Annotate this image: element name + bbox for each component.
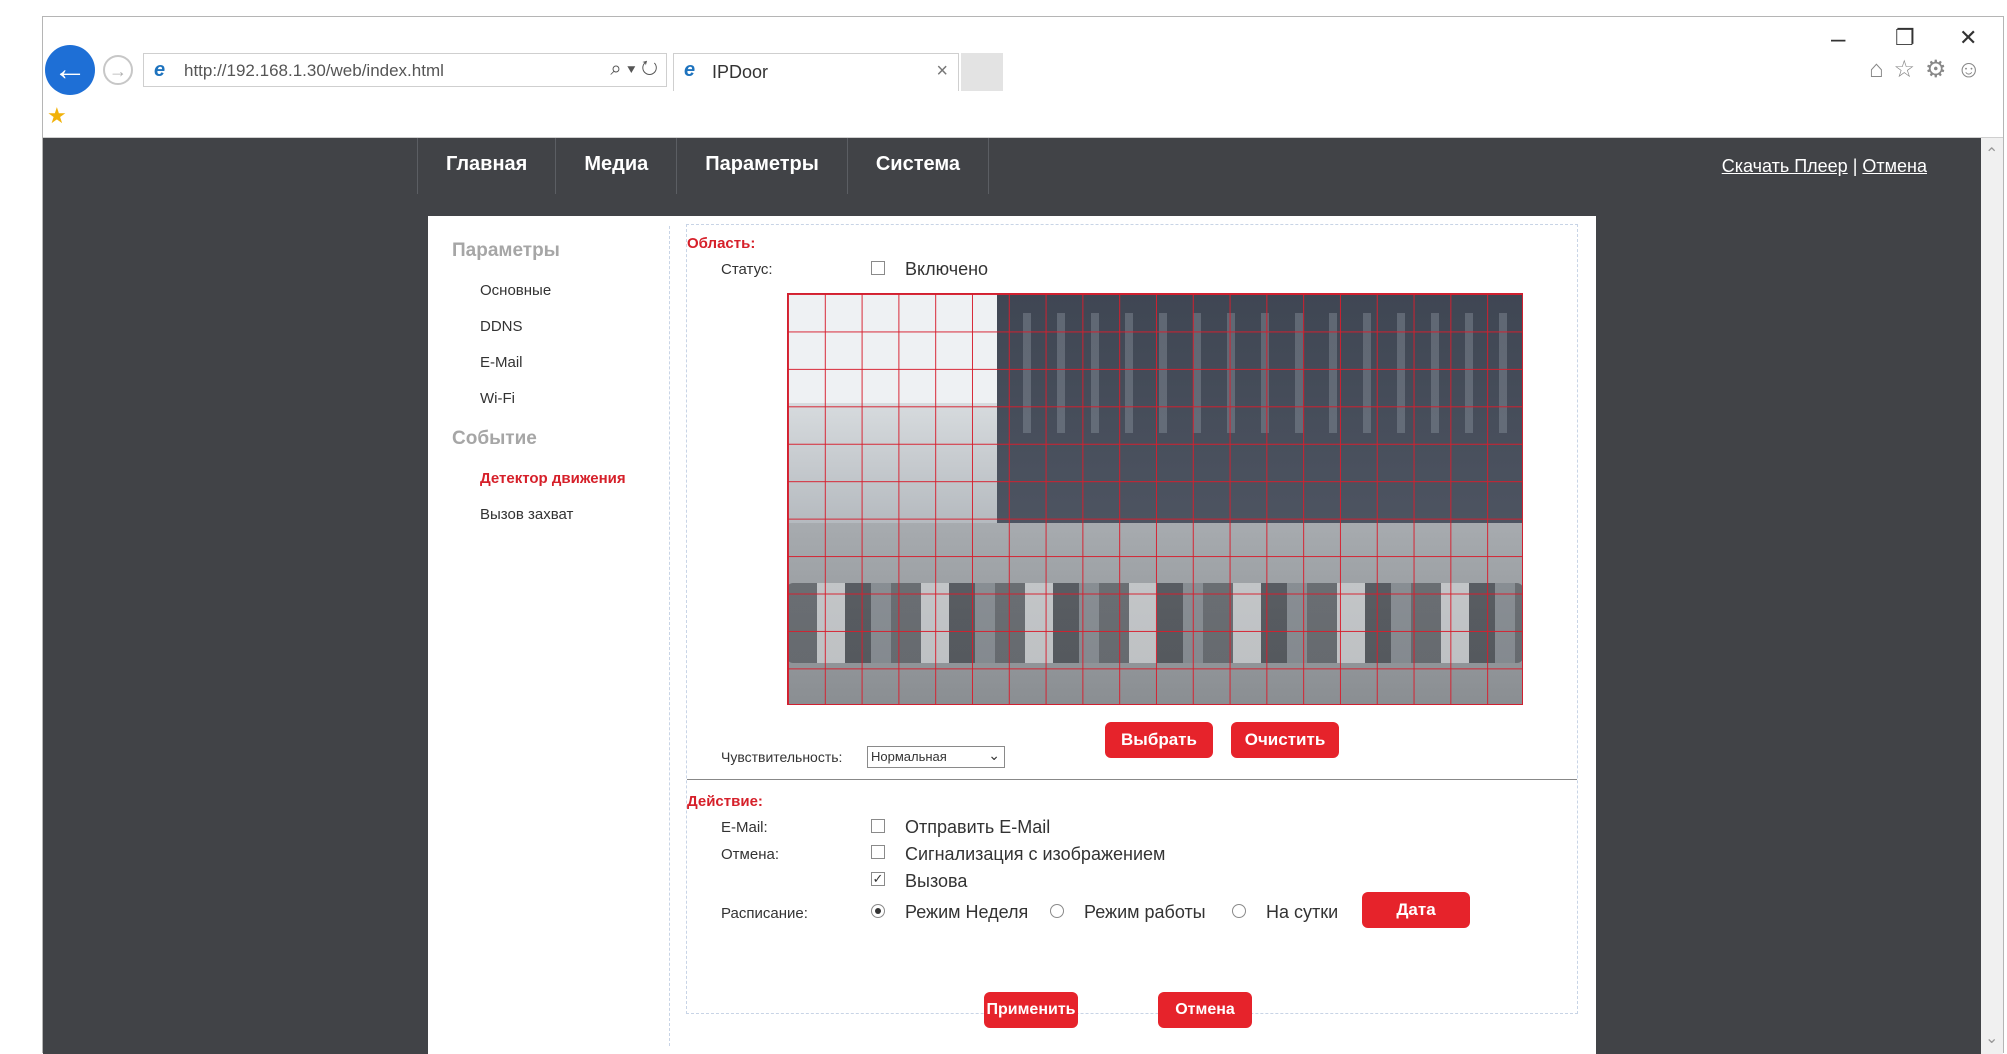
minimize-icon[interactable]: – — [1831, 25, 1845, 51]
scroll-up-icon[interactable]: ⌃ — [1985, 144, 1998, 164]
motion-detection-grid[interactable] — [787, 293, 1523, 705]
call-label: Вызова — [905, 871, 968, 891]
cancel-link[interactable]: Отмена — [1862, 156, 1927, 176]
settings-sidebar: Параметры Основные DDNS E-Mail Wi-Fi Соб… — [442, 226, 670, 1046]
cancel-label: Отмена: — [721, 846, 779, 863]
settings-panel: Параметры Основные DDNS E-Mail Wi-Fi Соб… — [428, 216, 1596, 1054]
favorites-star-icon[interactable]: ★ — [47, 103, 67, 129]
email-label: E-Mail: — [721, 819, 768, 836]
alarm-image-label: Сигнализация с изображением — [905, 844, 1166, 864]
link-separator: | — [1852, 156, 1858, 176]
chevron-down-icon: ⌄ — [988, 747, 1000, 763]
home-favorites-settings-icons[interactable]: ⌂☆⚙☺ — [1869, 55, 1991, 84]
new-tab-button[interactable] — [961, 53, 1003, 91]
send-email-checkbox[interactable] — [871, 819, 885, 833]
browser-toolbar: – ❐ ✕ ← → e http://192.168.1.30/web/inde… — [43, 17, 2003, 138]
schedule-label: Расписание: — [721, 905, 808, 922]
date-button[interactable]: Дата — [1362, 892, 1470, 928]
tab-close-icon[interactable]: × — [936, 60, 948, 83]
cancel-button[interactable]: Отмена — [1158, 992, 1252, 1028]
select-area-button[interactable]: Выбрать — [1105, 722, 1213, 758]
status-enabled-checkbox[interactable] — [871, 261, 885, 275]
nav-parameters[interactable]: Параметры — [676, 138, 847, 194]
scroll-down-icon[interactable]: ⌄ — [1985, 1028, 1998, 1048]
sidebar-item-email[interactable]: E-Mail — [480, 354, 523, 371]
top-links: Скачать Плеер | Отмена — [1722, 156, 1927, 177]
address-url: http://192.168.1.30/web/index.html — [184, 61, 444, 80]
forward-arrow-icon[interactable]: → — [103, 55, 133, 85]
browser-tab[interactable]: e IPDoor × — [673, 53, 959, 91]
restore-icon[interactable]: ❐ — [1895, 27, 1915, 49]
send-email-label: Отправить E-Mail — [905, 817, 1051, 837]
nav-system[interactable]: Система — [846, 138, 990, 194]
schedule-week-label: Режим Неделя — [905, 902, 1029, 922]
action-section-title: Действие: — [687, 793, 763, 810]
nav-media[interactable]: Медиа — [555, 138, 676, 194]
schedule-week-radio[interactable] — [871, 904, 885, 918]
sidebar-item-wifi[interactable]: Wi-Fi — [480, 390, 515, 407]
call-checkbox[interactable]: ✓ — [871, 872, 885, 886]
sidebar-item-motion-detector[interactable]: Детектор движения — [480, 470, 626, 487]
sidebar-heading-event: Событие — [452, 428, 537, 449]
sidebar-item-basic[interactable]: Основные — [480, 282, 551, 299]
address-bar[interactable]: e http://192.168.1.30/web/index.html ⌕ ▾… — [143, 53, 667, 87]
area-section-title: Область: — [687, 235, 756, 252]
apply-button[interactable]: Применить — [984, 992, 1078, 1028]
clear-area-button[interactable]: Очистить — [1231, 722, 1339, 758]
schedule-work-radio[interactable] — [1050, 904, 1064, 918]
schedule-work-label: Режим работы — [1084, 902, 1206, 922]
top-navigation: Главная Медиа Параметры Система — [417, 138, 990, 194]
status-enabled-label: Включено — [905, 259, 989, 279]
schedule-day-radio[interactable] — [1232, 904, 1246, 918]
sensitivity-label: Чувствительность: — [721, 749, 843, 765]
sidebar-heading-parameters: Параметры — [452, 240, 560, 261]
sensitivity-value: Нормальная — [871, 749, 947, 764]
back-arrow-icon[interactable]: ← — [45, 45, 95, 95]
schedule-day-label: На сутки — [1266, 902, 1339, 922]
camera-preview-grid[interactable] — [787, 293, 1523, 705]
browser-window: – ❐ ✕ ← → e http://192.168.1.30/web/inde… — [42, 16, 2004, 1054]
ie-icon: e — [154, 59, 166, 81]
download-player-link[interactable]: Скачать Плеер — [1722, 156, 1848, 176]
alarm-image-checkbox[interactable] — [871, 845, 885, 859]
tab-ie-icon: e — [684, 59, 696, 81]
tab-title: IPDoor — [712, 62, 769, 82]
sensitivity-select[interactable]: Нормальная ⌄ — [867, 746, 1005, 768]
section-divider — [687, 779, 1577, 780]
nav-home[interactable]: Главная — [417, 138, 555, 194]
search-refresh-icon[interactable]: ⌕ ▾ ↻ — [610, 58, 658, 81]
status-label: Статус: — [721, 261, 773, 278]
close-icon[interactable]: ✕ — [1959, 27, 1977, 49]
page-content: Главная Медиа Параметры Система Скачать … — [43, 138, 1983, 1054]
motion-detector-form: Область: Статус: Включено Выбрать Очисти… — [686, 224, 1578, 1014]
sidebar-item-call-capture[interactable]: Вызов захват — [480, 506, 573, 523]
sidebar-item-ddns[interactable]: DDNS — [480, 318, 523, 335]
vertical-scrollbar[interactable]: ⌃ ⌄ — [1981, 138, 2003, 1054]
